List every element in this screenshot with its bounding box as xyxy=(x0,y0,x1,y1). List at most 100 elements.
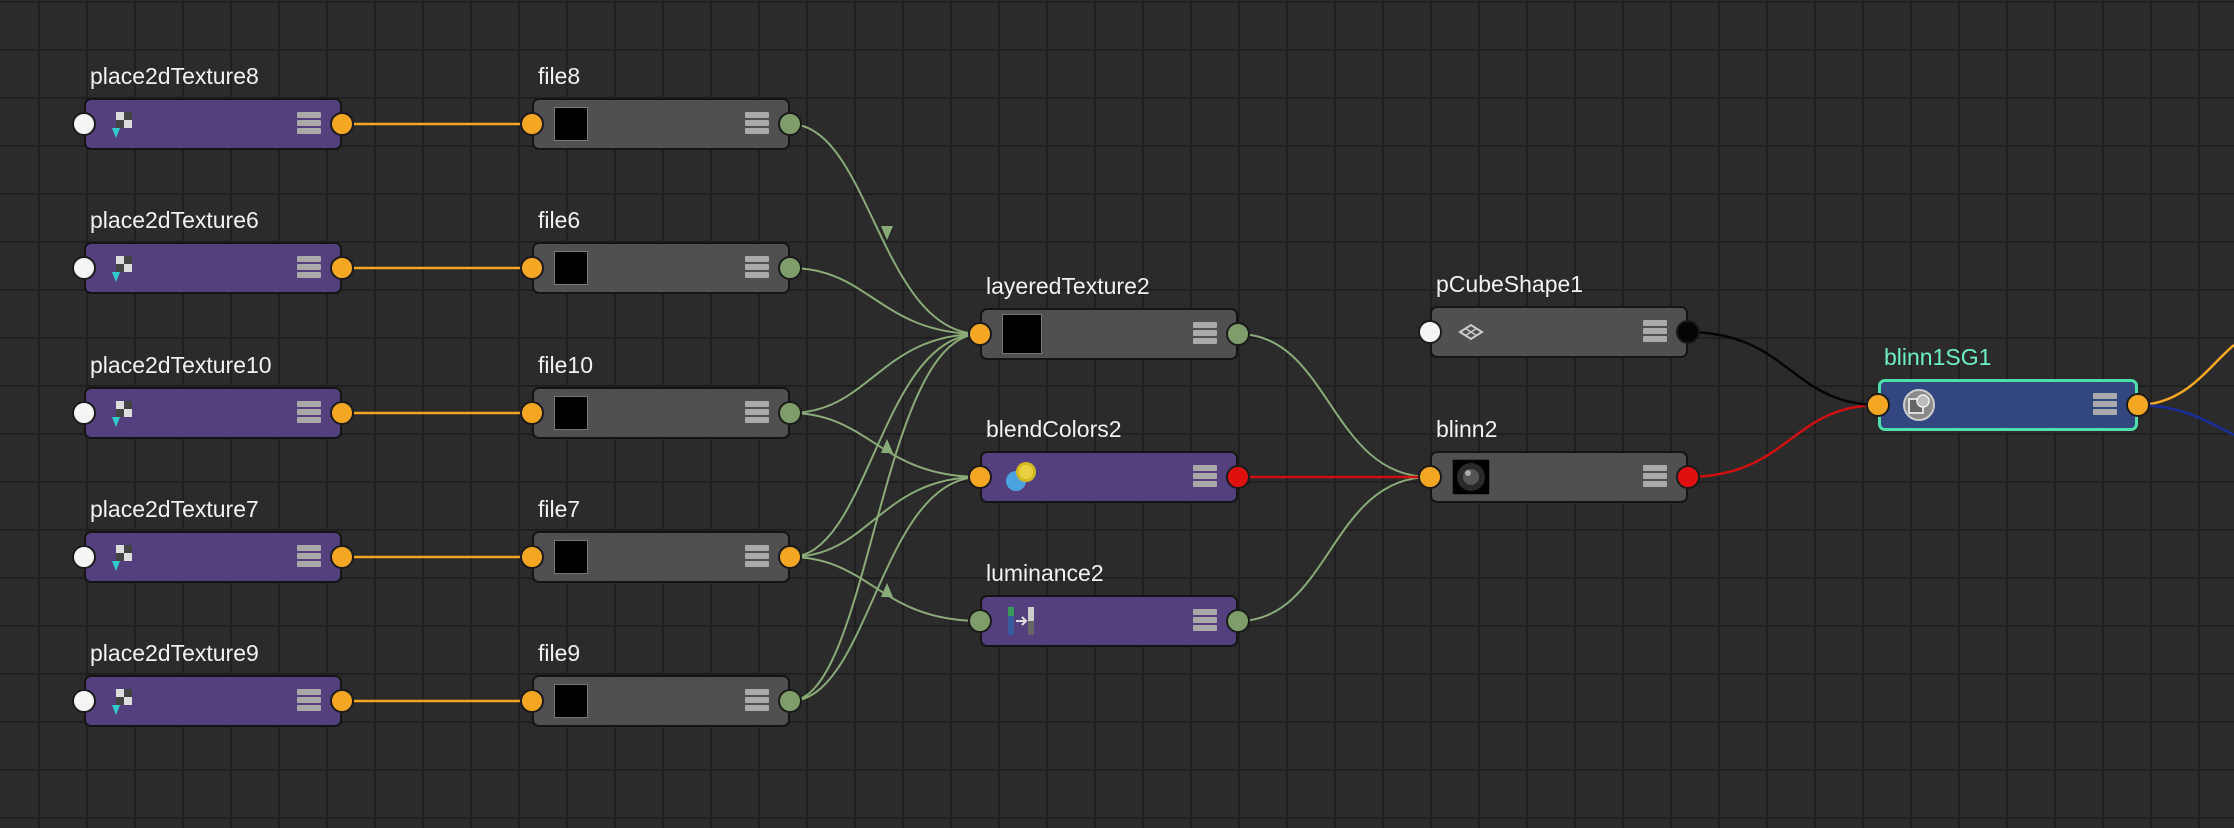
node-file8[interactable]: file8 xyxy=(520,63,802,150)
node-label: layeredTexture2 xyxy=(986,273,1150,299)
node-label: blendColors2 xyxy=(986,416,1122,442)
input-port[interactable] xyxy=(520,112,544,136)
output-port[interactable] xyxy=(778,112,802,136)
attribute-list-icon[interactable] xyxy=(744,110,770,136)
node-label: file6 xyxy=(538,207,581,233)
node-label: place2dTexture9 xyxy=(90,640,259,666)
output-port[interactable] xyxy=(778,401,802,425)
attribute-list-icon[interactable] xyxy=(296,110,322,136)
attribute-list-icon[interactable] xyxy=(744,687,770,713)
node-label: place2dTexture7 xyxy=(90,496,259,522)
node-place2dTexture10[interactable]: place2dTexture10 xyxy=(72,352,354,439)
input-port[interactable] xyxy=(72,545,96,569)
luminance-icon xyxy=(1008,607,1034,635)
output-port[interactable] xyxy=(1226,609,1250,633)
attribute-list-icon[interactable] xyxy=(744,254,770,280)
place2d-texture-icon xyxy=(112,401,132,427)
node-blinn1SG1[interactable]: blinn1SG1 xyxy=(1866,344,2150,431)
wire-layeredTexture2-blinn2[interactable] xyxy=(1237,333,1431,478)
output-port[interactable] xyxy=(1226,322,1250,346)
input-port[interactable] xyxy=(72,689,96,713)
output-port[interactable] xyxy=(1676,320,1700,344)
input-port[interactable] xyxy=(72,401,96,425)
wire-arrow-2 xyxy=(881,439,893,453)
wire-arrow-3 xyxy=(881,583,893,597)
input-port[interactable] xyxy=(1866,393,1890,417)
node-file6[interactable]: file6 xyxy=(520,207,802,294)
input-port[interactable] xyxy=(968,322,992,346)
blinn-sphere-icon xyxy=(1452,459,1490,495)
node-place2dTexture8[interactable]: place2dTexture8 xyxy=(72,63,354,150)
blend-colors-icon xyxy=(1006,462,1036,491)
file-thumbnail-icon xyxy=(554,107,588,141)
input-port[interactable] xyxy=(72,112,96,136)
node-label: file8 xyxy=(538,63,581,89)
attribute-list-icon[interactable] xyxy=(1642,463,1668,489)
output-port[interactable] xyxy=(778,545,802,569)
attribute-list-icon[interactable] xyxy=(744,543,770,569)
wire-file9-layeredTexture2[interactable] xyxy=(789,333,981,702)
attribute-list-icon[interactable] xyxy=(296,687,322,713)
node-luminance2[interactable]: luminance2 xyxy=(968,560,1250,647)
attribute-list-icon[interactable] xyxy=(296,254,322,280)
node-label: file9 xyxy=(538,640,581,666)
node-place2dTexture9[interactable]: place2dTexture9 xyxy=(72,640,354,727)
node-layeredTexture2[interactable]: layeredTexture2 xyxy=(968,273,1250,360)
node-file10[interactable]: file10 xyxy=(520,352,802,439)
input-port[interactable] xyxy=(1418,320,1442,344)
attribute-list-icon[interactable] xyxy=(2092,391,2118,417)
node-label: place2dTexture8 xyxy=(90,63,259,89)
node-file9[interactable]: file9 xyxy=(520,640,802,727)
attribute-list-icon[interactable] xyxy=(296,399,322,425)
node-file7[interactable]: file7 xyxy=(520,496,802,583)
node-place2dTexture6[interactable]: place2dTexture6 xyxy=(72,207,354,294)
node-label: file7 xyxy=(538,496,581,522)
attribute-list-icon[interactable] xyxy=(1192,320,1218,346)
input-port[interactable] xyxy=(520,256,544,280)
output-port[interactable] xyxy=(330,112,354,136)
input-port[interactable] xyxy=(1418,465,1442,489)
input-port[interactable] xyxy=(968,609,992,633)
attribute-list-icon[interactable] xyxy=(296,543,322,569)
place2d-texture-icon xyxy=(112,112,132,138)
wire-blinn2-blinn1SG1[interactable] xyxy=(1685,403,1881,479)
wire-luminance2-blinn2[interactable] xyxy=(1237,476,1431,622)
input-port[interactable] xyxy=(72,256,96,280)
node-label: blinn2 xyxy=(1436,416,1498,442)
output-port[interactable] xyxy=(778,689,802,713)
output-port[interactable] xyxy=(1226,465,1250,489)
attribute-list-icon[interactable] xyxy=(1642,318,1668,344)
place2d-texture-icon xyxy=(112,256,132,282)
wire-blinn1SG1-out-navy[interactable] xyxy=(2135,403,2234,437)
output-port[interactable] xyxy=(778,256,802,280)
file-thumbnail-icon xyxy=(554,251,588,285)
input-port[interactable] xyxy=(520,545,544,569)
output-port[interactable] xyxy=(330,545,354,569)
place2d-texture-icon xyxy=(112,545,132,571)
node-label: place2dTexture6 xyxy=(90,207,259,233)
node-label: place2dTexture10 xyxy=(90,352,272,378)
input-port[interactable] xyxy=(968,465,992,489)
attribute-list-icon[interactable] xyxy=(744,399,770,425)
output-port[interactable] xyxy=(330,401,354,425)
node-blendColors2[interactable]: blendColors2 xyxy=(968,416,1250,503)
output-port[interactable] xyxy=(2126,393,2150,417)
attribute-list-icon[interactable] xyxy=(1192,607,1218,633)
wire-pCubeShape1-blinn1SG1[interactable] xyxy=(1685,330,1881,407)
wire-blinn1SG1-out-orange[interactable] xyxy=(2135,344,2234,407)
file-thumbnail-icon xyxy=(554,684,588,718)
attribute-list-icon[interactable] xyxy=(1192,463,1218,489)
input-port[interactable] xyxy=(520,689,544,713)
shading-group-icon xyxy=(1903,389,1935,421)
node-blinn2[interactable]: blinn2 xyxy=(1418,416,1700,503)
layered-texture-thumbnail-icon xyxy=(1002,314,1042,354)
output-port[interactable] xyxy=(330,689,354,713)
node-pCubeShape1[interactable]: pCubeShape1 xyxy=(1418,271,1700,358)
output-port[interactable] xyxy=(1676,465,1700,489)
node-place2dTexture7[interactable]: place2dTexture7 xyxy=(72,496,354,583)
wire-file6-layeredTexture2[interactable] xyxy=(789,267,981,335)
node-label: luminance2 xyxy=(986,560,1104,586)
file-thumbnail-icon xyxy=(554,396,588,430)
output-port[interactable] xyxy=(330,256,354,280)
input-port[interactable] xyxy=(520,401,544,425)
